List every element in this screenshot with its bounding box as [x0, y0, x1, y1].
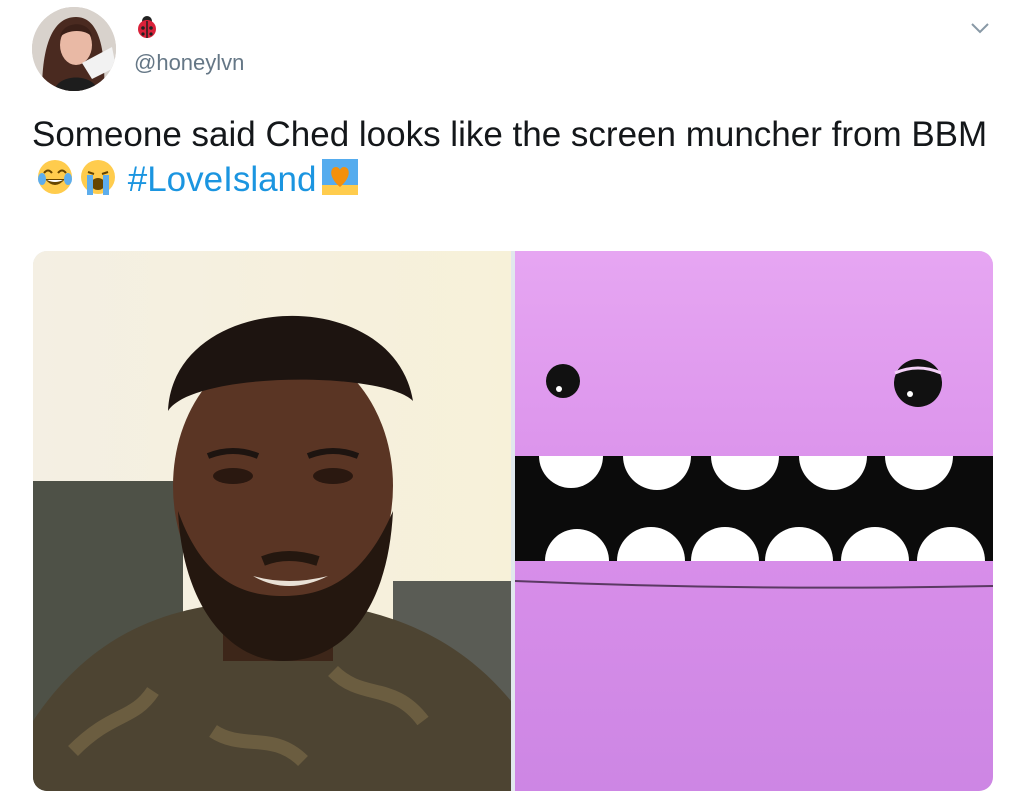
island-heart-emoji [320, 157, 360, 197]
chevron-down-icon[interactable] [968, 16, 992, 40]
tweet-text: Someone said Ched looks like the screen … [32, 112, 1002, 202]
hashtag-link[interactable]: #LoveIsland [128, 160, 317, 199]
avatar[interactable] [32, 7, 116, 91]
crying-emoji [78, 157, 118, 197]
tweet-media[interactable] [33, 251, 993, 791]
user-handle[interactable]: @honeylvn [134, 50, 244, 76]
purple-screen-muncher-character[interactable] [515, 251, 993, 791]
photo-of-man[interactable] [33, 251, 511, 791]
ladybug-icon [134, 14, 160, 40]
laughing-tears-emoji [35, 157, 75, 197]
tweet-body: Someone said Ched looks like the screen … [32, 115, 988, 154]
